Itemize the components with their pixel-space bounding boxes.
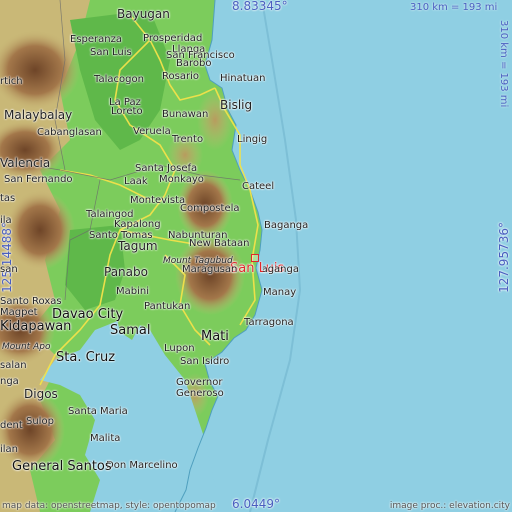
image-credit: image proc.: elevation.city (389, 501, 510, 511)
place-label: ila (0, 215, 12, 226)
place-label: General Santos (12, 459, 112, 474)
place-label: Rosario (162, 71, 199, 82)
place-label: Baganga (263, 264, 299, 275)
place-label: Esperanza (70, 34, 122, 45)
place-label: Sulop (26, 416, 54, 427)
place-label: Santa Josefa (135, 163, 198, 174)
place-label: Pantukan (144, 301, 191, 312)
place-label: Prosperidad (143, 33, 203, 44)
place-label: Compostela (180, 203, 240, 214)
place-label: Monkayo (159, 174, 204, 185)
place-label: Cateel (242, 181, 275, 192)
top-latitude: 8.83345° (232, 0, 288, 13)
place-label: Barobo (176, 58, 212, 69)
scale-horizontal: 310 km = 193 mi (410, 2, 498, 13)
place-label: Hinatuan (220, 73, 266, 84)
place-label: Tagum (118, 239, 158, 253)
place-label: Kapalong (114, 219, 161, 230)
bottom-latitude: 6.0449° (232, 497, 280, 511)
place-label: Baganga (264, 220, 309, 231)
place-label: tas (0, 193, 16, 204)
place-label: San Isidro (180, 356, 230, 367)
place-label: Magpet (0, 307, 38, 318)
map-credit: map data: openstreetmap, style: opentopo… (2, 501, 216, 511)
left-longitude: 125.14488° (0, 222, 14, 293)
place-label: Lupon (164, 343, 195, 354)
place-label: Sta. Cruz (56, 350, 116, 365)
place-label: Montevista (130, 195, 186, 206)
peak-label: Mount Apo (2, 342, 51, 352)
place-label: Don Marcelino (106, 460, 178, 471)
place-label: New Bataan (189, 238, 250, 249)
place-label: San Fernando (4, 174, 73, 185)
place-label: Bunawan (162, 109, 209, 120)
place-label: Talacogon (94, 74, 144, 85)
place-label: Santa Maria (68, 406, 128, 417)
place-label: Veruela (133, 126, 171, 137)
place-label: Governor Generoso (176, 377, 224, 399)
place-label: Manay (263, 287, 297, 298)
place-label: Mabini (116, 286, 149, 297)
place-label: Samal (110, 323, 151, 338)
place-label: Cabanglasan (37, 127, 102, 138)
place-label: Tarragona (244, 317, 294, 328)
place-label: san (0, 264, 18, 275)
place-label: Digos (24, 387, 58, 401)
place-label: Lingig (237, 134, 268, 145)
place-label: salan (0, 360, 27, 371)
place-label: Maragusan (182, 264, 238, 275)
place-label: Malita (90, 433, 121, 444)
scale-vertical: 310 km = 193 mi (498, 20, 509, 108)
place-label: Malaybalay (4, 108, 73, 122)
place-label: Mati (201, 329, 229, 344)
place-label: rtich (0, 76, 23, 87)
elevation-map: 8.83345° 6.0449° 125.14488° 127.95736° 3… (0, 0, 512, 512)
place-label: Bayugan (117, 7, 170, 21)
place-label: Trento (172, 134, 204, 145)
place-label: Loreto (111, 106, 143, 117)
place-label: Panabo (104, 265, 148, 279)
place-label: ilan (0, 444, 19, 455)
place-label: Laak (124, 176, 148, 187)
place-label: Valencia (0, 156, 51, 170)
place-label: Kidapawan (0, 319, 72, 334)
place-label: San Luis (90, 47, 132, 58)
place-label: Santo Roxas (0, 296, 62, 307)
place-label: dent (0, 420, 23, 431)
place-label: Bislig (220, 98, 253, 112)
right-longitude: 127.95736° (497, 222, 511, 293)
place-label: nga (0, 376, 19, 387)
